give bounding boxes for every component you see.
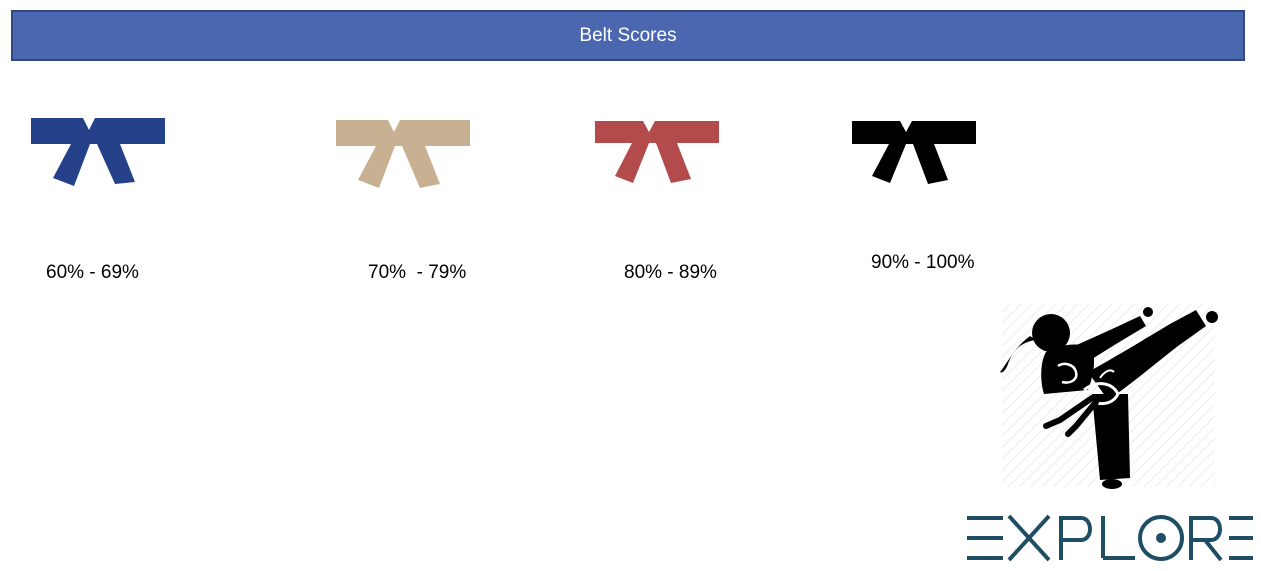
black-belt-range: 90% - 100% xyxy=(871,252,975,273)
tan-belt-icon xyxy=(336,120,472,190)
karate-kick-icon xyxy=(1000,302,1218,492)
header-banner: Belt Scores xyxy=(11,10,1245,61)
black-belt-icon xyxy=(852,121,978,185)
tan-belt-range: 70% - 79% xyxy=(368,262,467,283)
page-title: Belt Scores xyxy=(579,24,677,46)
red-belt-range: 80% - 89% xyxy=(624,262,717,283)
blue-belt-range: 60% - 69% xyxy=(46,262,139,283)
blue-belt-icon xyxy=(31,118,167,188)
red-belt-icon xyxy=(595,121,721,185)
explore-logo xyxy=(965,510,1255,566)
